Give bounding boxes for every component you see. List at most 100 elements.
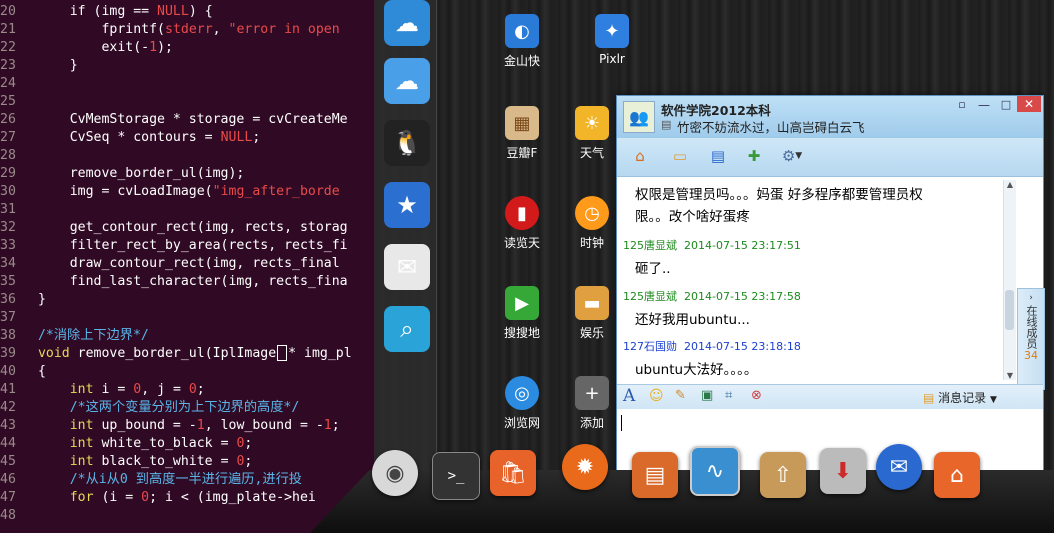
minimize-button[interactable]: — — [975, 98, 993, 112]
font-button[interactable]: A — [623, 386, 635, 406]
code-token: if (img == — [69, 4, 158, 19]
code-line[interactable]: 35 find_last_character(img, rects_fina — [0, 273, 348, 291]
desktop-icon-browser[interactable]: ◎ 浏览网 — [482, 376, 562, 431]
code-line[interactable]: 28 — [0, 147, 38, 165]
dock-terminal[interactable]: >_ — [432, 452, 480, 500]
code-line[interactable]: 43 int up_bound = -1, low_bound = -1; — [0, 417, 340, 435]
code-token: int — [69, 382, 94, 397]
scroll-up-arrow[interactable]: ▲ — [1004, 180, 1016, 189]
thunderbird-icon: ✉ — [889, 454, 909, 480]
code-editor[interactable]: 20 if (img == NULL) {21 fprintf(stderr, … — [0, 0, 378, 533]
message-history[interactable]: 权限是管理员吗。。。妈蛋 好多程序都要管理员权 限。。改个啥好蛋疼 125唐显斌… — [617, 177, 1015, 382]
dock-firefox[interactable]: ✹ — [562, 444, 608, 490]
code-line[interactable]: 25 — [0, 93, 38, 111]
folder-icon: ▬ — [575, 286, 609, 320]
maximize-button[interactable]: □ — [997, 98, 1015, 112]
code-line[interactable]: 46 /*从i从0 到高度一半进行遍历,进行投 — [0, 471, 302, 489]
code-line[interactable]: 39 void remove_border_ul(IplImage * img_p… — [0, 345, 352, 363]
toolbar-home-button[interactable]: ⌂ — [627, 144, 653, 168]
add-member-icon: ✚ — [747, 147, 761, 165]
skin-button[interactable]: ▫ — [953, 98, 971, 112]
firefox-icon: ✹ — [575, 454, 595, 480]
launcher-item-cloud-drive[interactable]: ☁ — [384, 58, 430, 104]
toolbar-add-member-button[interactable]: ✚ — [741, 144, 767, 168]
dock-system-monitor[interactable]: ∿ — [690, 446, 740, 496]
online-count: 34 — [1024, 349, 1038, 362]
dock-software-center[interactable]: 🛍 — [490, 450, 536, 496]
desktop-icon-douban[interactable]: ▦ 豆瓣F — [482, 106, 562, 161]
message-scrollbar[interactable]: ▲ ▼ — [1003, 180, 1016, 380]
code-line[interactable]: 42 /*这两个变量分别为上下边界的高度*/ — [0, 399, 299, 417]
code-line[interactable]: 21 fprintf(stderr, "error in open — [0, 21, 340, 39]
format-toolbar: A ☺ ✎ ▣ ⌗ ⊗ ▤ 消息记录 ▼ — [617, 384, 1043, 410]
message-time: 2014-07-15 23:18:18 — [684, 340, 801, 353]
code-line[interactable]: 32 get_contour_rect(img, rects, storag — [0, 219, 348, 237]
desktop-icon-add[interactable]: + 添加 — [572, 376, 612, 431]
launcher-item-qzone[interactable]: ★ — [384, 182, 430, 228]
chat-title-bar[interactable]: 👥 软件学院2012本科 ▤ 竹密不妨流水过，山高岂碍白云飞 ▫ — □ ✕ — [617, 96, 1043, 138]
desktop-icon-reader[interactable]: ▮ 读览天 — [482, 196, 562, 251]
code-line[interactable]: 31 — [0, 201, 38, 219]
note-icon[interactable]: ✎ — [675, 388, 686, 403]
code-line[interactable]: 41 int i = 0, j = 0; — [0, 381, 205, 399]
code-token: ; — [244, 454, 253, 469]
code-line[interactable]: 20 if (img == NULL) { — [0, 3, 213, 21]
code-line[interactable]: 40 { — [0, 363, 46, 381]
dock-installer[interactable]: ⬇ — [820, 448, 866, 494]
line-number: 32 — [0, 220, 16, 235]
code-line[interactable]: 33 filter_rect_by_area(rects, rects_fi — [0, 237, 348, 255]
desktop-icon-clock[interactable]: ◷ 时钟 — [572, 196, 612, 251]
desktop-icon-map[interactable]: ▶ 搜搜地 — [482, 286, 562, 341]
shake-icon[interactable]: ⊗ — [751, 388, 762, 403]
code-line[interactable]: 38 /*消除上下边界*/ — [0, 327, 149, 345]
code-line[interactable]: 30 img = cvLoadImage("img_after_borde — [0, 183, 340, 201]
launcher-item-qq[interactable]: 🐧 — [384, 120, 430, 166]
code-token: int — [69, 418, 94, 433]
online-members-tab[interactable]: › 在线成员 34 — [1017, 288, 1045, 390]
line-number: 47 — [0, 490, 16, 505]
dock-files[interactable]: ▤ — [632, 452, 678, 498]
launcher-item-mail[interactable]: ✉ — [384, 244, 430, 290]
code-line[interactable]: 45 int black_to_white = 0; — [0, 453, 252, 471]
box-upload-icon: ⇧ — [773, 462, 793, 488]
image-icon[interactable]: ▣ — [701, 388, 713, 403]
code-line[interactable]: 36 } — [0, 291, 46, 309]
message-sender: 125唐显斌 — [623, 239, 677, 252]
code-line[interactable]: 26 CvMemStorage * storage = cvCreateMe — [0, 111, 348, 129]
toolbar-settings-button[interactable]: ⚙ ▼ — [779, 144, 805, 168]
emoji-icon[interactable]: ☺ — [649, 388, 664, 404]
desktop-icon-weather[interactable]: ☀ 天气 — [572, 106, 612, 161]
code-line[interactable]: 44 int white_to_black = 0; — [0, 435, 252, 453]
desktop-icon-pixlr[interactable]: ✦ Pixlr — [572, 14, 652, 66]
launcher-item-shopping-bag[interactable]: ☁ — [384, 0, 430, 46]
screenshot-icon[interactable]: ⌗ — [725, 388, 732, 403]
code-line[interactable]: 23 } — [0, 57, 78, 75]
code-line[interactable]: 29 remove_border_ul(img); — [0, 165, 244, 183]
dock-home-folder[interactable]: ⌂ — [934, 452, 980, 498]
scroll-down-arrow[interactable]: ▼ — [1004, 371, 1016, 380]
scroll-thumb[interactable] — [1005, 290, 1014, 330]
toolbar-album-button[interactable]: ▤ — [705, 144, 731, 168]
code-line[interactable]: 22 exit(-1); — [0, 39, 173, 57]
desktop-icon-entertainment[interactable]: ▬ 娱乐 — [572, 286, 612, 341]
code-line[interactable]: 47 for (i = 0; i < (img_plate->hei — [0, 489, 316, 507]
dock-thunderbird[interactable]: ✉ — [876, 444, 922, 490]
close-button[interactable]: ✕ — [1017, 96, 1041, 112]
code-token: white_to_black = — [93, 436, 237, 451]
code-line[interactable]: 34 draw_contour_rect(img, rects_final — [0, 255, 340, 273]
clock-icon: ◷ — [575, 196, 609, 230]
toolbar-folder-button[interactable]: ▭ — [667, 144, 693, 168]
code-line[interactable]: 27 CvSeq * contours = NULL; — [0, 129, 260, 147]
dock-ubuntu[interactable]: ◉ — [372, 450, 418, 496]
launcher-item-search[interactable]: ⌕ — [384, 306, 430, 352]
weather-icon: ☀ — [575, 106, 609, 140]
desktop-icon-kingsoft[interactable]: ◐ 金山快 — [482, 14, 562, 69]
code-line[interactable]: 24 — [0, 75, 38, 93]
history-button[interactable]: ▤ 消息记录 ▼ — [923, 389, 997, 406]
code-line[interactable]: 48 — [0, 507, 38, 525]
dock-box-upload[interactable]: ⇧ — [760, 452, 806, 498]
pixlr-icon: ✦ — [595, 14, 629, 48]
code-token: stderr — [165, 22, 213, 37]
line-number: 39 — [0, 346, 16, 361]
code-line[interactable]: 37 — [0, 309, 38, 327]
